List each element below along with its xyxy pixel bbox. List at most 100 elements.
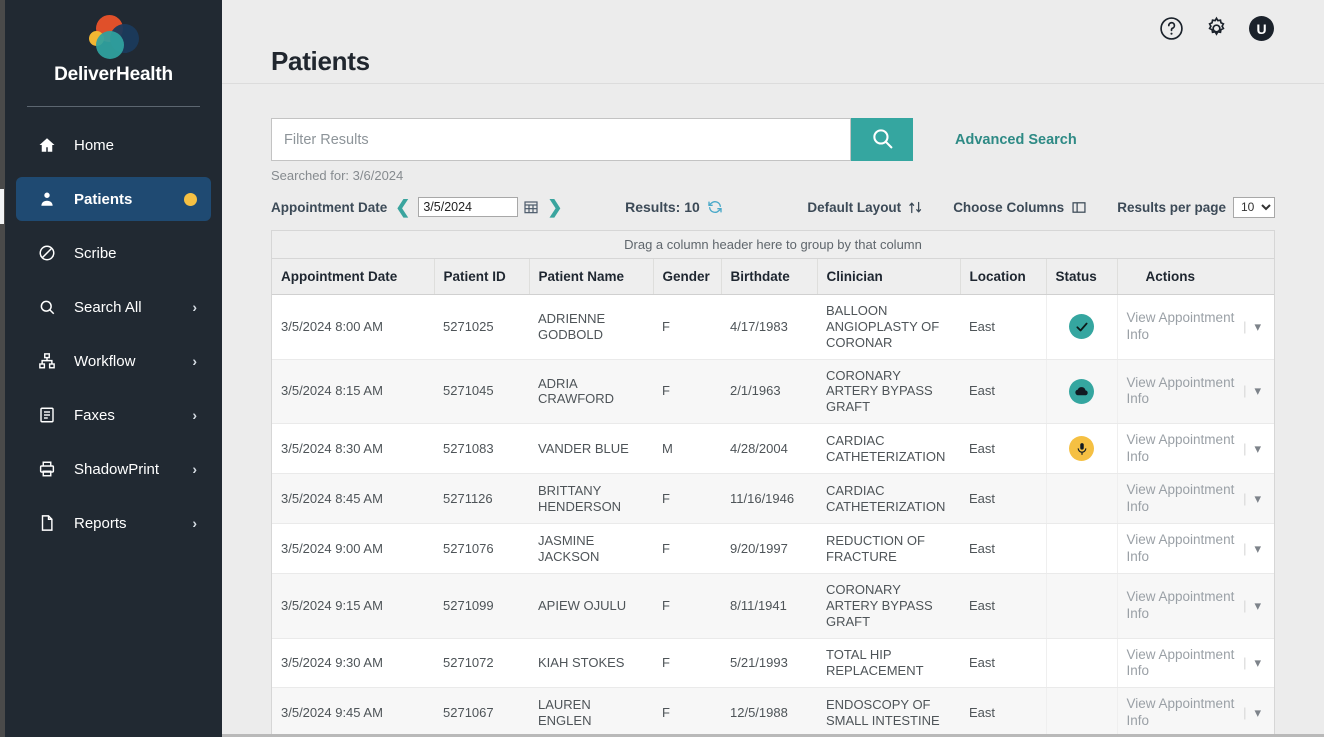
cell-gender: F	[653, 573, 721, 638]
cell-gender: F	[653, 474, 721, 524]
column-header-birthdate[interactable]: Birthdate	[721, 259, 817, 295]
next-date-button[interactable]: ❯	[539, 198, 570, 216]
results-per-page-select[interactable]: 10 25 50 100	[1233, 197, 1275, 218]
cell-birthdate: 11/16/1946	[721, 474, 817, 524]
chevron-down-icon[interactable]: ▾	[1254, 441, 1265, 457]
column-header-clinician[interactable]: Clinician	[817, 259, 960, 295]
sidebar-item-patients[interactable]: Patients	[16, 177, 211, 221]
cell-gender: M	[653, 424, 721, 474]
chevron-down-icon[interactable]: ▾	[1254, 598, 1265, 614]
sidebar-item-label: Home	[74, 137, 197, 154]
main-area: U Patients Advanced Search Searched for:…	[222, 0, 1324, 737]
cell-appointment-date: 3/5/2024 9:00 AM	[272, 524, 434, 574]
sidebar-item-workflow[interactable]: Workflow ›	[16, 339, 211, 383]
table-row[interactable]: 3/5/2024 8:00 AM5271025ADRIENNE GODBOLDF…	[272, 295, 1274, 360]
group-by-dropzone[interactable]: Drag a column header here to group by th…	[272, 231, 1274, 259]
cell-appointment-date: 3/5/2024 8:45 AM	[272, 474, 434, 524]
default-layout-button[interactable]: Default Layout	[807, 200, 923, 215]
view-appointment-info-link[interactable]: View Appointment Info	[1127, 696, 1236, 729]
column-header-patient-id[interactable]: Patient ID	[434, 259, 529, 295]
chevron-right-icon: ›	[192, 461, 197, 477]
document-icon	[36, 514, 58, 532]
table-row[interactable]: 3/5/2024 9:00 AM5271076JASMINE JACKSONF9…	[272, 524, 1274, 574]
view-appointment-info-link[interactable]: View Appointment Info	[1127, 310, 1236, 343]
cell-status	[1046, 688, 1117, 737]
sidebar-divider	[27, 106, 200, 107]
cell-actions: View Appointment Info|▾	[1117, 573, 1274, 638]
content-area: Advanced Search Searched for: 3/6/2024 A…	[222, 84, 1324, 737]
chevron-down-icon[interactable]: ▾	[1254, 655, 1265, 671]
table-row[interactable]: 3/5/2024 9:45 AM5271067LAUREN ENGLENF12/…	[272, 688, 1274, 737]
sidebar-item-reports[interactable]: Reports ›	[16, 501, 211, 545]
chevron-right-icon: ›	[192, 407, 197, 423]
patients-table: Appointment Date Patient ID Patient Name…	[272, 259, 1274, 737]
appointment-date-input[interactable]	[418, 197, 518, 217]
cell-patient-name: ADRIA CRAWFORD	[529, 359, 653, 424]
search-input[interactable]	[271, 118, 851, 161]
chevron-down-icon[interactable]: ▾	[1254, 319, 1265, 335]
group-by-hint: Drag a column header here to group by th…	[624, 237, 922, 252]
column-header-location[interactable]: Location	[960, 259, 1046, 295]
sidebar-item-scribe[interactable]: Scribe	[16, 231, 211, 275]
table-row[interactable]: 3/5/2024 9:15 AM5271099APIEW OJULUF8/11/…	[272, 573, 1274, 638]
table-row[interactable]: 3/5/2024 8:45 AM5271126BRITTANY HENDERSO…	[272, 474, 1274, 524]
view-appointment-info-link[interactable]: View Appointment Info	[1127, 647, 1236, 680]
cell-patient-id: 5271025	[434, 295, 529, 360]
view-appointment-info-link[interactable]: View Appointment Info	[1127, 482, 1236, 515]
cell-actions: View Appointment Info|▾	[1117, 424, 1274, 474]
layout-sort-icon	[908, 200, 923, 215]
table-row[interactable]: 3/5/2024 8:30 AM5271083VANDER BLUEM4/28/…	[272, 424, 1274, 474]
patients-icon	[36, 190, 58, 208]
sidebar-item-home[interactable]: Home	[16, 123, 211, 167]
prev-date-button[interactable]: ❮	[387, 198, 418, 216]
gear-icon[interactable]	[1204, 16, 1229, 41]
cell-status	[1046, 524, 1117, 574]
view-appointment-info-link[interactable]: View Appointment Info	[1127, 589, 1236, 622]
sidebar-item-shadowprint[interactable]: ShadowPrint ›	[16, 447, 211, 491]
chevron-down-icon[interactable]: ▾	[1254, 383, 1265, 399]
cell-birthdate: 9/20/1997	[721, 524, 817, 574]
column-header-gender[interactable]: Gender	[653, 259, 721, 295]
chevron-down-icon[interactable]: ▾	[1254, 491, 1265, 507]
searched-for-text: Searched for: 3/6/2024	[271, 168, 1275, 183]
fax-icon	[36, 406, 58, 424]
cell-gender: F	[653, 638, 721, 688]
table-row[interactable]: 3/5/2024 9:30 AM5271072KIAH STOKESF5/21/…	[272, 638, 1274, 688]
column-header-actions[interactable]: Actions	[1117, 259, 1274, 295]
cell-appointment-date: 3/5/2024 9:45 AM	[272, 688, 434, 737]
chevron-down-icon[interactable]: ▾	[1254, 705, 1265, 721]
sidebar: DeliverHealth Home Patients	[0, 0, 222, 737]
search-row: Advanced Search	[271, 118, 1275, 161]
cell-patient-name: VANDER BLUE	[529, 424, 653, 474]
cell-gender: F	[653, 688, 721, 737]
sidebar-item-search-all[interactable]: Search All ›	[16, 285, 211, 329]
chevron-down-icon[interactable]: ▾	[1254, 541, 1265, 557]
cell-clinician: CARDIAC CATHETERIZATION	[817, 424, 960, 474]
help-circle-icon[interactable]	[1159, 16, 1184, 41]
column-header-appointment-date[interactable]: Appointment Date	[272, 259, 434, 295]
calendar-icon[interactable]	[523, 199, 539, 215]
search-button[interactable]	[851, 118, 913, 161]
sidebar-item-faxes[interactable]: Faxes ›	[16, 393, 211, 437]
action-separator: |	[1243, 491, 1246, 507]
view-appointment-info-link[interactable]: View Appointment Info	[1127, 532, 1236, 565]
refresh-icon[interactable]	[707, 199, 723, 215]
view-appointment-info-link[interactable]: View Appointment Info	[1127, 432, 1236, 465]
choose-columns-button[interactable]: Choose Columns	[953, 200, 1087, 215]
column-header-status[interactable]: Status	[1046, 259, 1117, 295]
cell-actions: View Appointment Info|▾	[1117, 295, 1274, 360]
cell-patient-id: 5271045	[434, 359, 529, 424]
cell-location: East	[960, 638, 1046, 688]
view-appointment-info-link[interactable]: View Appointment Info	[1127, 375, 1236, 408]
cell-gender: F	[653, 524, 721, 574]
brand-logo[interactable]: DeliverHealth	[5, 0, 222, 86]
cell-status	[1046, 295, 1117, 360]
column-header-patient-name[interactable]: Patient Name	[529, 259, 653, 295]
choose-columns-label: Choose Columns	[953, 200, 1064, 215]
table-row[interactable]: 3/5/2024 8:15 AM5271045ADRIA CRAWFORDF2/…	[272, 359, 1274, 424]
avatar[interactable]: U	[1249, 16, 1274, 41]
search-icon	[36, 298, 58, 316]
page-title: Patients	[271, 46, 370, 77]
sidebar-nav: Home Patients Scribe	[5, 123, 222, 545]
advanced-search-link[interactable]: Advanced Search	[955, 132, 1077, 148]
